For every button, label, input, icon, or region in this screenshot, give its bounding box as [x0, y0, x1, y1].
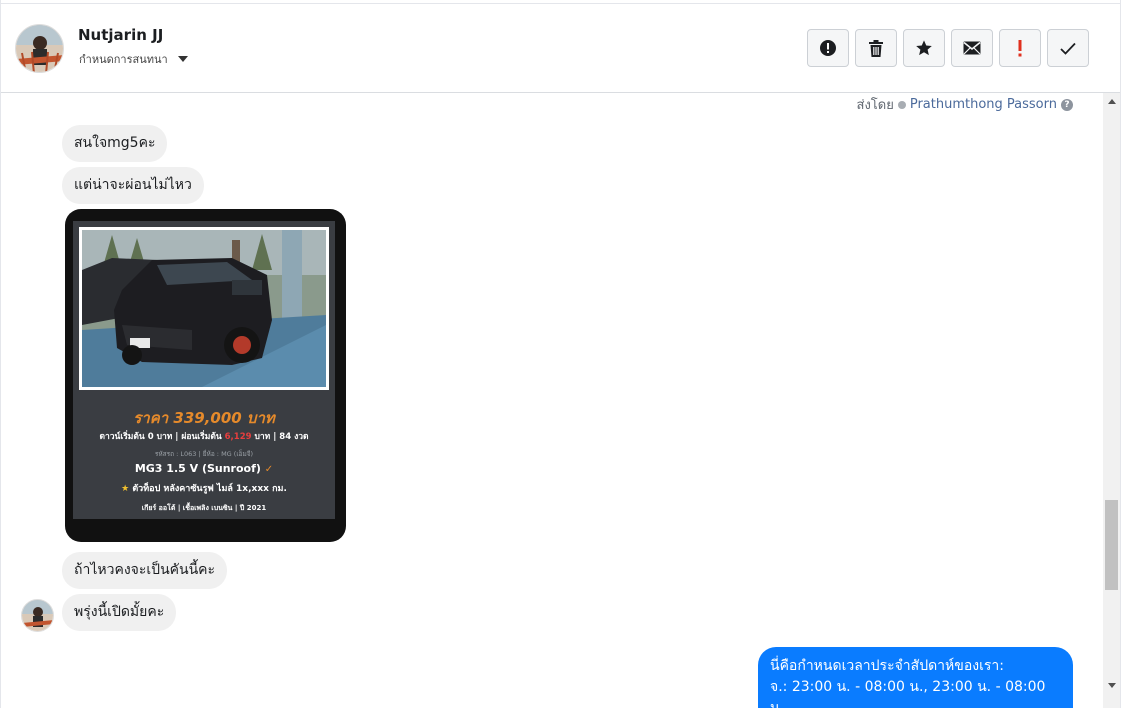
mark-unread-button[interactable]: [951, 29, 993, 67]
car-features-text: ตัวท็อป หลังคาซันรูฟ ไมล์ 1x,xxx กม.: [132, 484, 287, 494]
assign-conversation-dropdown[interactable]: กำหนดการสนทนา: [79, 50, 188, 68]
car-price: ราคา 339,000 บาท: [133, 409, 275, 427]
sent-by-agent[interactable]: Prathumthong Passorn: [910, 97, 1057, 112]
message-thread: ส่งโดย Prathumthong Passorn ? สนใจmg5คะ …: [1, 93, 1103, 708]
scroll-up-arrow-icon[interactable]: [1103, 93, 1120, 110]
incoming-message[interactable]: แต่น่าจะผ่อนไม่ไหว: [62, 167, 204, 204]
done-button[interactable]: [1047, 29, 1089, 67]
car-features: ★ ตัวท็อป หลังคาซันรูฟ ไมล์ 1x,xxx กม.: [73, 481, 335, 495]
incoming-message[interactable]: พรุ่งนี้เปิดมั้ยคะ: [62, 594, 177, 631]
sender-avatar[interactable]: [21, 599, 54, 632]
car-image-attachment[interactable]: ราคา 339,000 บาท ดาวน์เริ่มต้น 0 บาท | ผ…: [65, 209, 346, 542]
incoming-message[interactable]: สนใจmg5คะ: [62, 125, 168, 162]
caret-down-icon: [177, 56, 188, 62]
terms-prefix: ดาวน์เริ่มต้น 0 บาท | ผ่อนเริ่มต้น: [99, 432, 222, 442]
follow-up-button[interactable]: [999, 29, 1041, 67]
messenger-window: Nutjarin JJ กำหนดการสนทนา ส่งโดย Prathum…: [0, 0, 1130, 708]
star-icon: ★: [121, 484, 130, 494]
car-specs: เกียร์ ออโต้ | เชื้อเพลิง เบนซิน | ปี 20…: [141, 504, 267, 512]
outgoing-line-1: นี่คือกำหนดเวลาประจำสัปดาห์ของเรา:: [770, 658, 1004, 674]
sent-by-info: ส่งโดย Prathumthong Passorn ?: [857, 94, 1073, 115]
agent-status-icon: [897, 100, 906, 109]
contact-avatar[interactable]: [15, 24, 64, 73]
exclamation-icon: [1018, 39, 1022, 56]
report-button[interactable]: [807, 29, 849, 67]
car-terms: ดาวน์เริ่มต้น 0 บาท | ผ่อนเริ่มต้น 6,129…: [73, 429, 335, 443]
checkmark-icon: [1060, 42, 1076, 55]
help-icon[interactable]: ?: [1061, 98, 1073, 111]
car-model: MG3 1.5 V (Sunroof) ✓: [73, 462, 335, 475]
contact-name[interactable]: Nutjarin JJ: [78, 26, 163, 44]
outgoing-message[interactable]: นี่คือกำหนดเวลาประจำสัปดาห์ของเรา: จ.: 2…: [758, 647, 1073, 708]
terms-amount: 6,129: [224, 432, 252, 442]
car-code: รหัสรถ : L063 | ยี่ห้อ : MG (เอ็มจี): [154, 450, 254, 458]
car-model-text: MG3 1.5 V (Sunroof): [134, 462, 261, 475]
verified-check-icon: ✓: [264, 464, 274, 475]
trash-icon: [869, 39, 883, 57]
thread-scrollbar[interactable]: [1103, 93, 1120, 708]
scroll-down-arrow-icon[interactable]: [1103, 677, 1120, 694]
delete-button[interactable]: [855, 29, 897, 67]
assign-label: กำหนดการสนทนา: [79, 53, 168, 66]
car-photo: [79, 227, 329, 390]
car-ad-graphic: ราคา 339,000 บาท ดาวน์เริ่มต้น 0 บาท | ผ…: [73, 221, 335, 519]
mail-icon: [963, 41, 981, 55]
incoming-message[interactable]: ถ้าไหวคงจะเป็นคันนี้คะ: [62, 552, 228, 589]
terms-suffix: บาท | 84 งวด: [254, 432, 309, 442]
scrollbar-thumb[interactable]: [1105, 500, 1118, 590]
conversation-header: Nutjarin JJ กำหนดการสนทนา: [1, 4, 1120, 93]
star-icon: [916, 40, 932, 56]
alert-icon: [820, 40, 836, 56]
header-actions: [807, 29, 1089, 67]
sent-by-prefix: ส่งโดย: [856, 98, 894, 113]
star-button[interactable]: [903, 29, 945, 67]
outgoing-line-2: จ.: 23:00 น. - 08:00 น., 23:00 น. - 08:0…: [770, 679, 1046, 708]
window-edge: [1120, 0, 1130, 708]
